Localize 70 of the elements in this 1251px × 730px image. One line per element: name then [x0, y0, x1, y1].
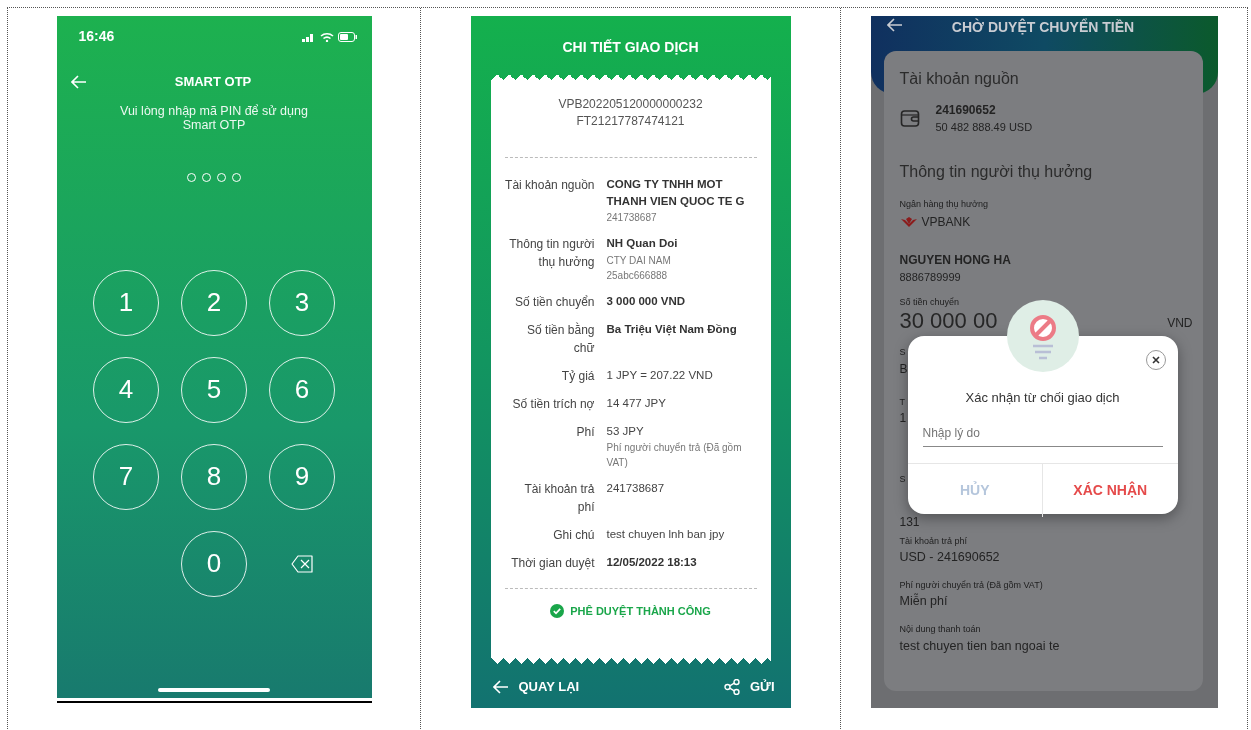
detail-label: Số tiền chuyển — [514, 293, 595, 311]
detail-value: 241738687 — [606, 211, 658, 226]
detail-value: CONG TY TNHH MOT THANH VIEN QUOC TE G — [606, 176, 746, 210]
dialog-title: Xác nhận từ chối giao dịch — [964, 389, 1121, 407]
beneficiary-name: NGUYEN HONG HA — [899, 252, 1012, 269]
account-number: 241690652 — [935, 102, 997, 119]
signal-icon — [301, 31, 316, 42]
screen-title: SMART OTP — [173, 73, 253, 92]
detail-label: Tài khoản nguồn — [504, 176, 595, 194]
account-balance: 50 482 888.49 USD — [935, 120, 1033, 135]
field-value: test chuyen tien ban ngoai te — [899, 637, 1061, 655]
field-label: Số tiền chuyển — [899, 295, 961, 309]
detail-value: test chuyen lnh ban jpy — [606, 526, 726, 542]
confirm-button[interactable]: XÁC NHẬN — [1043, 463, 1178, 517]
screen-title: CHỜ DUYỆT CHUYỂN TIỀN — [950, 17, 1136, 37]
detail-value: 241738687 — [606, 480, 666, 496]
back-button[interactable]: QUAY LẠI — [492, 677, 580, 697]
detail-value: 12/05/2022 18:13 — [606, 554, 698, 570]
detail-value: 53 JPY — [606, 423, 645, 439]
section-heading: Tài khoản nguồn — [899, 69, 1020, 89]
detail-value: Ba Triệu Việt Nam Đồng — [606, 321, 738, 338]
section-heading: Thông tin người thụ hưởng — [899, 161, 1094, 182]
detail-label: Thời gian duyệt — [510, 554, 595, 572]
detail-label: Tài khoản trả phí — [523, 480, 595, 516]
field-label: Nội dung thanh toán — [899, 623, 982, 637]
wifi-icon — [319, 31, 334, 42]
detail-value: 25abc666888 — [606, 268, 669, 283]
screen-title: CHI TIẾT GIAO DỊCH — [562, 38, 699, 57]
field-label: Phí người chuyển trả (Đã gồm VAT) — [899, 578, 1044, 592]
wallet-icon — [899, 108, 920, 129]
field-value: 1 — [899, 410, 907, 428]
field-label: T — [899, 395, 905, 409]
field-label: S — [899, 473, 906, 487]
detail-label: Tỷ giá — [560, 367, 595, 385]
back-arrow-icon[interactable] — [886, 17, 903, 33]
amount-value: 30 000 00 — [899, 309, 998, 333]
detail-value: NH Quan Doi — [606, 236, 679, 252]
currency-label: VND — [1167, 315, 1193, 333]
reference-number: VPB202205120000000232 — [557, 96, 704, 113]
send-button[interactable]: GỬI — [724, 677, 775, 697]
detail-value: 1 JPY = 207.22 VND — [606, 367, 714, 383]
close-button[interactable] — [1145, 350, 1166, 370]
detail-label: Số tiền bằng chữ — [526, 321, 595, 357]
detail-label: Số tiền trích nợ — [511, 395, 595, 413]
detail-label: Ghi chú — [552, 526, 595, 544]
bank-logo-icon — [899, 216, 918, 228]
status-time: 16:46 — [78, 27, 115, 46]
bank-name: VPBANK — [921, 214, 971, 231]
share-icon — [724, 678, 740, 695]
detail-value: 14 477 JPY — [606, 395, 667, 411]
detail-value: Phí người chuyển trả (Đã gồm VAT) — [606, 440, 743, 470]
detail-value: 3 000 000 VND — [606, 293, 687, 309]
detail-label: Phí — [575, 423, 595, 441]
back-arrow-icon — [492, 678, 509, 695]
field-label: Tài khoản trả phí — [899, 534, 969, 548]
reason-input-field[interactable]: Nhập lý do — [922, 419, 1163, 447]
instruction-text: Vui lòng nhập mã PIN để sử dụng Smart OTP — [119, 105, 309, 133]
close-icon — [1151, 356, 1160, 364]
field-value: USD - 241690652 — [899, 549, 1001, 567]
detail-label: Thông tin người thụ hưởng — [508, 236, 595, 272]
battery-icon — [337, 31, 358, 42]
check-circle-icon — [550, 604, 565, 619]
field-value: Miễn phí — [899, 592, 949, 611]
reference-number: FT21217787474121 — [575, 113, 686, 131]
field-value: B — [899, 360, 908, 378]
beneficiary-account: 8886789999 — [899, 270, 962, 285]
status-text: PHÊ DUYỆT THÀNH CÔNG — [570, 603, 711, 620]
field-label: Ngân hàng thụ hưởng — [899, 197, 989, 211]
detail-value: CTY DAI NAM — [606, 253, 672, 268]
field-label: S — [899, 346, 906, 360]
